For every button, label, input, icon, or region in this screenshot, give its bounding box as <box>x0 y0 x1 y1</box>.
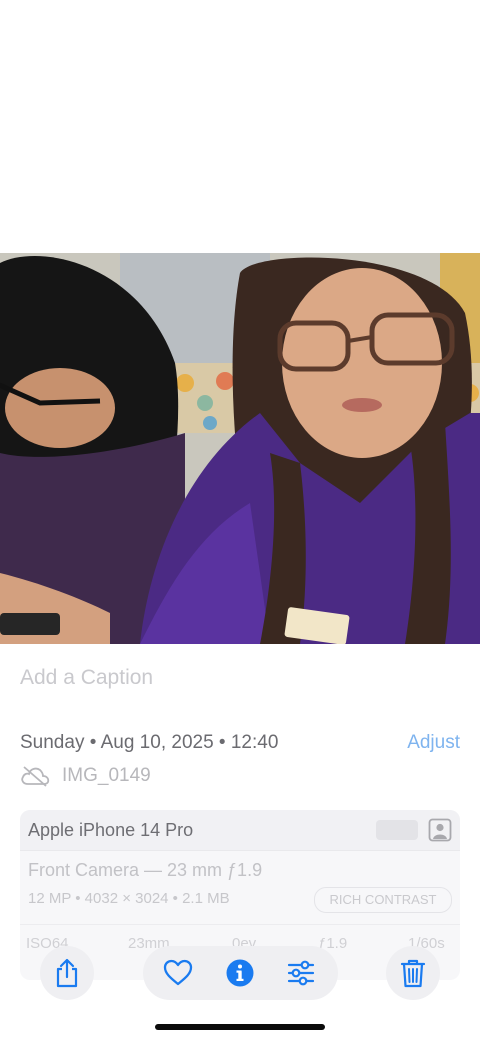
photo-image <box>0 253 480 644</box>
trash-icon <box>400 959 426 988</box>
file-row: IMG_0149 <box>20 764 151 788</box>
sliders-icon[interactable] <box>285 957 317 989</box>
share-icon <box>56 958 78 988</box>
delete-button[interactable] <box>386 946 440 1000</box>
photographic-style-badge: RICH CONTRAST <box>314 887 452 913</box>
home-indicator <box>155 1024 325 1030</box>
adjust-date-button[interactable]: Adjust <box>407 732 460 754</box>
image-specs: 12 MP • 4032 × 3024 • 2.1 MB <box>28 890 230 907</box>
share-button[interactable] <box>40 946 94 1000</box>
portrait-icon <box>428 818 452 842</box>
caption-placeholder: Add a Caption <box>20 666 154 689</box>
action-group <box>143 946 338 1000</box>
camera-card-header: Apple iPhone 14 Pro <box>20 810 460 851</box>
device-name: Apple iPhone 14 Pro <box>28 820 194 840</box>
format-badge <box>376 820 418 840</box>
heart-icon[interactable] <box>162 957 194 989</box>
lens-info: Front Camera — 23 mm ƒ1.9 <box>28 860 263 880</box>
file-name: IMG_0149 <box>62 765 151 786</box>
info-icon[interactable] <box>224 957 256 989</box>
cloud-slash-icon <box>21 766 50 787</box>
capture-date: Sunday • Aug 10, 2025 • 12:40 <box>20 732 279 753</box>
photo[interactable] <box>0 253 480 644</box>
caption-field[interactable]: Add a Caption <box>0 644 480 713</box>
